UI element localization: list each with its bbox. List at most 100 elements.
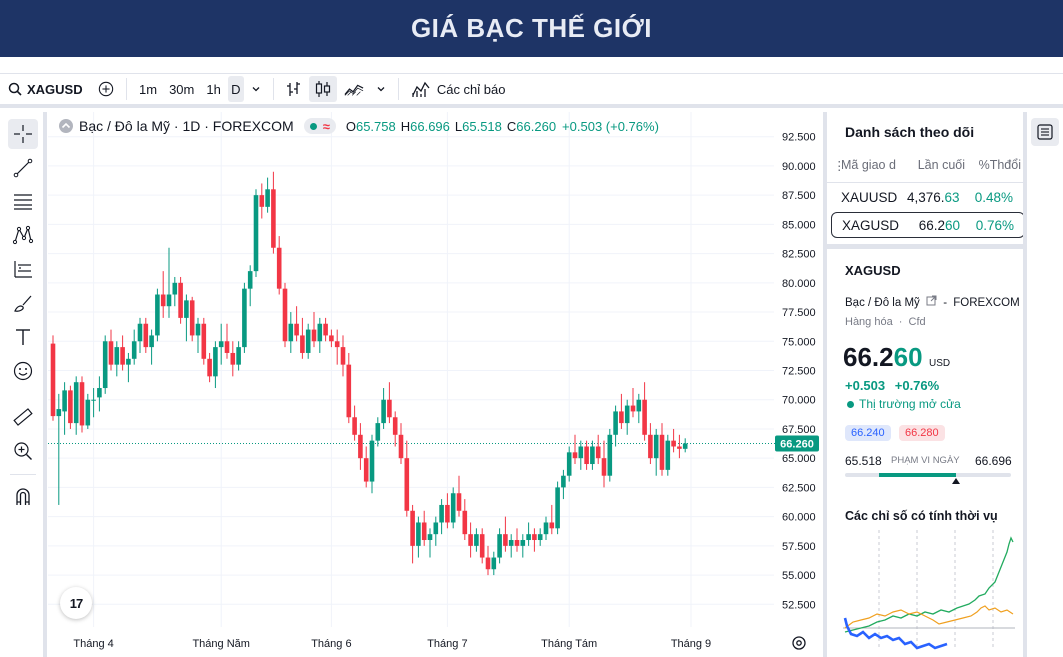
- candle-body[interactable]: [497, 534, 502, 558]
- collapse-legend-icon[interactable]: [58, 118, 74, 134]
- zoom-tool[interactable]: [8, 436, 38, 466]
- candle-body[interactable]: [410, 510, 415, 546]
- candle-body[interactable]: [508, 540, 514, 546]
- candle-body[interactable]: [230, 352, 236, 365]
- symbol-description[interactable]: Bạc / Đô la Mỹ · 1D · FOREXCOM: [79, 118, 294, 134]
- col-last[interactable]: Lần cuối: [905, 158, 965, 173]
- candle-body[interactable]: [120, 347, 125, 365]
- crosshair-tool[interactable]: [8, 119, 38, 149]
- candle-body[interactable]: [566, 452, 572, 476]
- candle-body[interactable]: [271, 189, 276, 248]
- candle-body[interactable]: [445, 504, 450, 523]
- tradingview-logo[interactable]: 17: [60, 587, 92, 619]
- detail-symbol[interactable]: XAGUSD: [845, 263, 901, 278]
- candle-body[interactable]: [595, 446, 601, 459]
- candle-body[interactable]: [682, 443, 688, 449]
- candle-body[interactable]: [404, 458, 410, 511]
- candle-body[interactable]: [462, 510, 468, 535]
- candle-body[interactable]: [288, 323, 294, 342]
- candle-body[interactable]: [363, 458, 369, 482]
- candle-body[interactable]: [358, 434, 363, 459]
- chart-area[interactable]: 92.500 90.000 87.500 85.000 82.500 80.000 77.5…: [48, 112, 831, 657]
- candle-body[interactable]: [73, 382, 79, 424]
- candle-body[interactable]: [555, 487, 560, 529]
- candle-body[interactable]: [184, 300, 189, 318]
- candle-body[interactable]: [520, 540, 526, 546]
- candle-body[interactable]: [677, 446, 682, 449]
- candle-body[interactable]: [485, 557, 491, 570]
- candle-body[interactable]: [468, 534, 473, 546]
- interval-1m[interactable]: 1m: [134, 76, 162, 102]
- candle-body[interactable]: [590, 446, 595, 465]
- candle-body[interactable]: [79, 382, 85, 426]
- seasonal-chart[interactable]: [839, 522, 1019, 657]
- candle-body[interactable]: [160, 294, 166, 307]
- candle-body[interactable]: [514, 540, 520, 546]
- area-chart-style-button[interactable]: [339, 76, 369, 102]
- candle-body[interactable]: [213, 347, 218, 377]
- external-link-icon[interactable]: [926, 295, 937, 306]
- candles-chart-style-button[interactable]: [308, 76, 337, 102]
- candle-body[interactable]: [340, 347, 346, 365]
- candle-body[interactable]: [218, 341, 224, 348]
- candle-body[interactable]: [253, 195, 259, 272]
- chart-style-dropdown[interactable]: [371, 76, 391, 102]
- candle-body[interactable]: [636, 399, 642, 412]
- candle-body[interactable]: [282, 288, 288, 342]
- candle-body[interactable]: [572, 452, 578, 459]
- text-tool[interactable]: [8, 322, 38, 352]
- trend-line-tool[interactable]: [8, 153, 38, 183]
- candle-body[interactable]: [143, 323, 149, 348]
- watchlist-toggle-button[interactable]: [1031, 118, 1059, 146]
- candle-body[interactable]: [265, 189, 270, 207]
- emoji-tool[interactable]: [8, 356, 38, 386]
- candle-body[interactable]: [323, 323, 328, 336]
- candle-body[interactable]: [561, 475, 566, 488]
- candle-body[interactable]: [601, 458, 607, 476]
- candle-body[interactable]: [166, 294, 172, 307]
- candle-body[interactable]: [91, 399, 96, 401]
- candle-body[interactable]: [427, 534, 433, 541]
- candle-body[interactable]: [236, 347, 241, 365]
- candle-body[interactable]: [421, 522, 427, 541]
- candle-body[interactable]: [334, 341, 340, 348]
- candle-body[interactable]: [479, 534, 485, 558]
- candle-body[interactable]: [346, 364, 352, 418]
- candle-body[interactable]: [68, 390, 73, 424]
- interval-30m[interactable]: 30m: [164, 76, 199, 102]
- candle-body[interactable]: [584, 446, 589, 465]
- candle-body[interactable]: [317, 323, 323, 342]
- candle-body[interactable]: [648, 434, 653, 459]
- candle-body[interactable]: [607, 434, 613, 476]
- candle-body[interactable]: [537, 534, 543, 541]
- seasonal-title[interactable]: Các chỉ số có tính thời vụ: [845, 509, 998, 523]
- candle-body[interactable]: [392, 417, 398, 435]
- market-status-pill[interactable]: ≈: [303, 118, 336, 134]
- candle-body[interactable]: [276, 247, 282, 289]
- candle-body[interactable]: [259, 195, 265, 207]
- candle-body[interactable]: [653, 434, 659, 459]
- candle-body[interactable]: [578, 446, 584, 459]
- candle-body[interactable]: [178, 282, 183, 318]
- symbol-search[interactable]: XAGUSD: [0, 82, 92, 97]
- watchlist-row-xauusd[interactable]: XAUUSD 4,376.63 0.48%: [831, 184, 1025, 210]
- candle-body[interactable]: [311, 329, 317, 342]
- candle-body[interactable]: [149, 335, 154, 348]
- col-change[interactable]: %Thđổi: [965, 158, 1021, 173]
- candle-body[interactable]: [416, 522, 421, 546]
- candle-body[interactable]: [439, 504, 444, 523]
- candle-body[interactable]: [305, 329, 311, 353]
- watchlist-title[interactable]: Danh sách theo dõi: [845, 124, 974, 140]
- forecast-tool[interactable]: [8, 254, 38, 284]
- candle-body[interactable]: [450, 493, 456, 523]
- candle-body[interactable]: [642, 399, 647, 435]
- candle-body[interactable]: [131, 341, 137, 359]
- candle-body[interactable]: [549, 522, 555, 529]
- candle-body[interactable]: [613, 411, 618, 435]
- candle-body[interactable]: [102, 341, 108, 389]
- candle-body[interactable]: [114, 347, 120, 365]
- candle-body[interactable]: [369, 440, 375, 482]
- candle-body[interactable]: [294, 323, 299, 336]
- candle-body[interactable]: [201, 323, 207, 359]
- candle-body[interactable]: [630, 405, 636, 412]
